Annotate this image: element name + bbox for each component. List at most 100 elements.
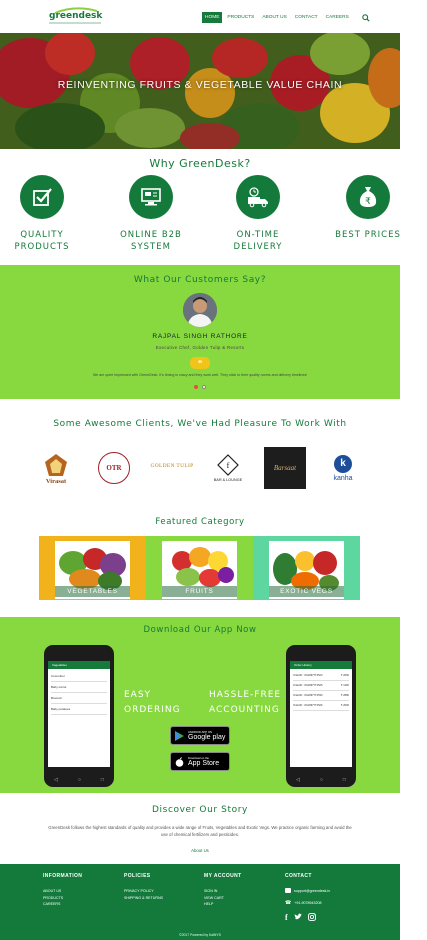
site-footer: INFORMATION ABOUT US PRODUCTS CAREERS PO… [0,864,400,940]
client-label: BAR & LOUNGE [213,478,243,482]
main-nav: HOME PRODUCTS ABOUT US CONTACT CAREERS [202,12,370,23]
feature-best-prices: ₹ BEST PRICES [328,175,408,241]
testimonials-section: What Our Customers Say? [0,265,400,399]
delivery-truck-icon [248,187,268,208]
phone-screen-title: Order History [294,663,312,667]
app-download-section: Download Our App Now Vegetables Cucumber… [0,617,400,793]
phone-nav-buttons: ◁ ○ □ [54,777,104,783]
client-label: kanha [333,474,353,482]
google-play-button[interactable]: ANDROID APP ON Google play [170,726,230,745]
footer-link-shipping-returns[interactable]: SHIPPING & RETURNS [124,895,163,902]
app-title: Download Our App Now [143,625,257,635]
hero-banner: REINVENTING FRUITS & VEGETABLE VALUE CHA… [0,33,400,149]
category-exotic-vegs[interactable]: EXOTIC VEGS [253,536,360,600]
footer-phone-text: +91-9078943208 [294,901,322,905]
instagram-icon[interactable] [307,913,316,921]
phone-product-row: Baby carrot [51,682,107,693]
footer-heading: CONTACT [285,873,312,879]
client-logo-otr: OTR [98,452,130,484]
footer-email-text: support@greendesk.in [294,888,331,893]
twitter-icon[interactable] [294,913,302,921]
hassle-free-line2: ACCOUNTING [209,705,280,715]
footer-link-careers[interactable]: CAREERS [43,901,82,908]
feature-icon-circle [236,175,280,219]
monitor-icon [141,188,161,206]
phone-screen-title: Vegetables [52,663,67,667]
client-label: OTR [106,464,122,472]
footer-heading: MY ACCOUNT [204,873,242,879]
why-title: Why GreenDesk? [149,157,251,170]
nav-careers[interactable]: CAREERS [323,12,352,23]
story-text: GreenDesk follows the highest standards … [48,825,352,837]
client-label: Virasat [45,477,67,485]
feature-label-line1: BEST PRICES [335,230,401,240]
phone-product-name: Baby potatoes [51,707,71,711]
footer-email[interactable]: support@greendesk.in [285,888,330,893]
client-logo-golden-tulip: GOLDEN TULIP [148,448,196,484]
feature-label-line1: QUALITY [20,230,64,240]
category-label: FRUITS [162,586,237,597]
phone-product-row: Baby potatoes [51,704,107,715]
client-logo-kanha: k kanha [326,448,360,488]
phone-product-row: Cucumber [51,671,107,682]
footer-information: INFORMATION ABOUT US PRODUCTS CAREERS [43,873,82,908]
chef-portrait-image [183,293,217,327]
phone-order-row: OrderID : #G18977T4530 ₹ 2880 [293,691,349,701]
feature-label-line2: DELIVERY [233,242,283,252]
checkbox-icon [33,188,52,206]
feature-on-time-delivery: ON-TIME DELIVERY [218,175,298,253]
greendesk-logo[interactable]: greendesk [45,7,105,27]
search-icon[interactable] [362,13,370,22]
client-logo-barsaat: Barsaat [264,447,306,489]
phone-mockup-left: Vegetables Cucumber Baby carrot Broccoli… [44,645,114,787]
nav-contact[interactable]: CONTACT [292,12,321,23]
carousel-dot[interactable] [202,385,206,389]
feature-label-line1: ONLINE B2B [120,230,182,240]
feature-online-b2b: ONLINE B2B SYSTEM [111,175,191,253]
testimonial-role: Executive Chef, Golden Tulip & Resorts [155,345,245,350]
footer-link-help[interactable]: HELP [204,901,242,908]
hero-title: REINVENTING FRUITS & VEGETABLE VALUE CHA… [57,79,343,91]
money-bag-icon: ₹ [359,187,377,207]
phone-order-row: OrderID : #G18977T4523 ₹ 2060 [293,671,349,681]
category-fruits[interactable]: FRUITS [146,536,253,600]
about-us-link[interactable]: About Us [0,848,400,853]
google-play-big-text: Google play [188,733,226,741]
avatar [183,293,217,327]
client-logo-virasat: Virasat [38,448,74,488]
footer-heading: POLICIES [124,873,151,879]
nav-about-us[interactable]: ABOUT US [259,12,289,23]
phone-product-name: Cucumber [51,674,65,678]
apple-logo-icon [175,756,184,767]
client-label: Barsaat [273,464,297,472]
category-vegetables[interactable]: VEGETABLES [39,536,146,600]
phone-mockup-right: Order History OrderID : #G18977T4523 ₹ 20… [286,645,356,787]
footer-policies: POLICIES PRIVACY POLICY SHIPPING & RETUR… [124,873,163,901]
phone-product-name: Baby carrot [51,685,67,689]
app-store-button[interactable]: Download on the App Store [170,752,230,771]
hassle-free-line1: HASSLE-FREE [209,690,282,700]
footer-heading: INFORMATION [43,873,83,879]
google-play-icon [175,730,184,741]
nav-home[interactable]: HOME [202,12,223,23]
testimonials-title: What Our Customers Say? [133,275,267,285]
phone-screen: Vegetables Cucumber Baby carrot Broccoli… [48,661,110,767]
nav-products[interactable]: PRODUCTS [224,12,257,23]
category-label: VEGETABLES [55,586,130,597]
easy-ordering-label: EASY ORDERING [124,688,181,718]
story-title: Discover Our Story [152,805,248,815]
svg-text:f: f [227,461,230,470]
phone-order-row: OrderID : #G18977T4525 ₹ 1260 [293,681,349,691]
easy-ordering-line2: ORDERING [124,705,181,715]
category-label: EXOTIC VEGS [269,586,344,597]
facebook-icon[interactable]: f [285,913,288,922]
phone-product-name: Broccoli [51,696,62,700]
carousel-dot-active[interactable] [194,385,198,389]
svg-text:₹: ₹ [365,197,371,207]
logo-text: greendesk [49,11,103,21]
phone-app-bar: Order History [290,661,352,669]
diamond-logo-icon: f [217,454,239,476]
site-header: greendesk HOME PRODUCTS ABOUT US CONTACT… [0,0,400,32]
phone-order-row: OrderID : #G18977T4526 ₹ 2060 [293,701,349,711]
footer-phone[interactable]: ☎ +91-9078943208 [285,900,330,906]
